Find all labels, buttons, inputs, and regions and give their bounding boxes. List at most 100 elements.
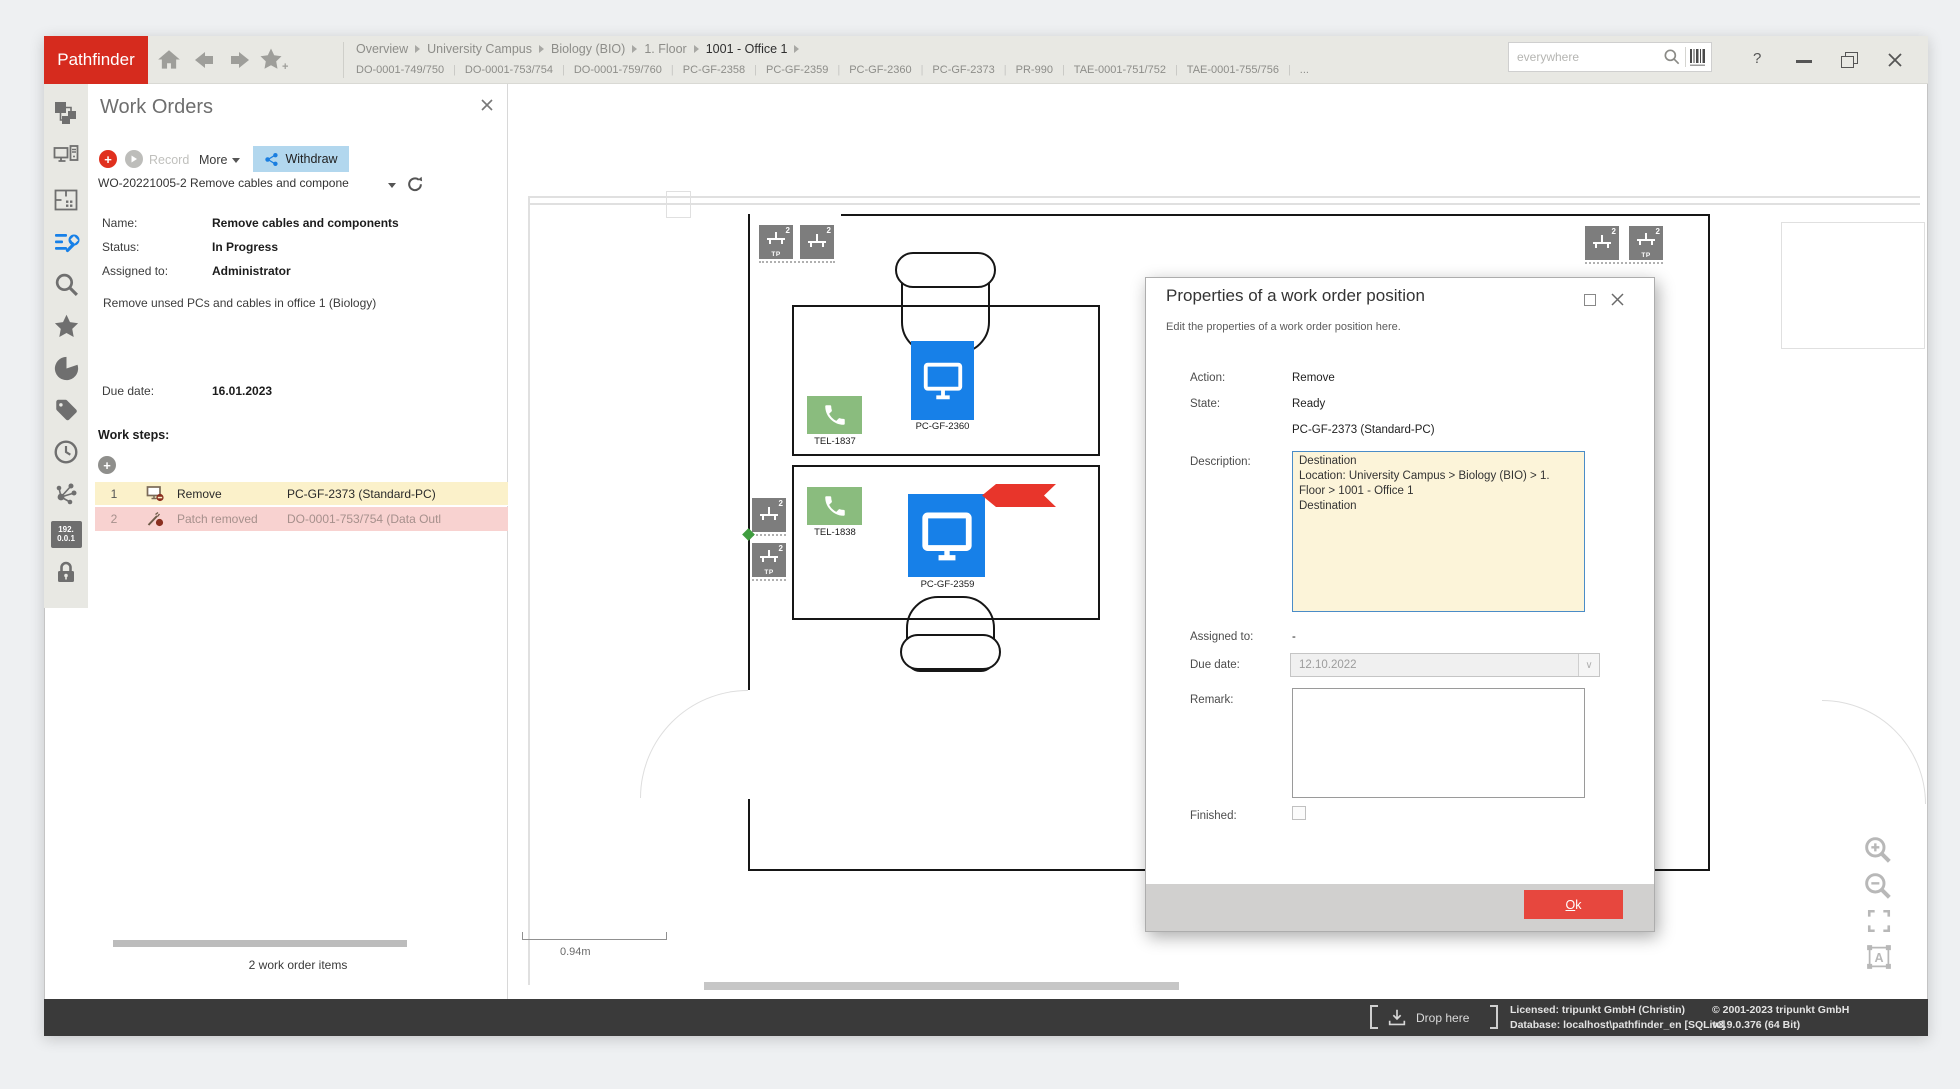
search-input[interactable] <box>1509 50 1662 64</box>
drop-here-label: Drop here <box>1416 1011 1469 1025</box>
fit-screen-icon <box>1866 908 1892 934</box>
corridor-wall <box>528 196 530 985</box>
dialog-maximize-button[interactable] <box>1584 294 1596 306</box>
sidebar-item-history[interactable] <box>44 432 88 472</box>
restore-button[interactable] <box>1841 52 1858 68</box>
data-outlet-symbol[interactable]: 2TP <box>752 543 786 577</box>
sidebar-item-security[interactable] <box>44 552 88 592</box>
tab-item[interactable]: DO-0001-753/754 <box>465 64 553 76</box>
breadcrumb-item[interactable]: 1001 - Office 1 <box>706 42 788 56</box>
description-label: Description: <box>1190 456 1251 468</box>
barcode-icon[interactable] <box>1689 47 1707 67</box>
device-pc-gf-2359[interactable] <box>908 494 985 577</box>
breadcrumb-item[interactable]: 1. Floor <box>644 42 686 56</box>
zoom-out-button[interactable] <box>1862 870 1894 902</box>
device-pc-gf-2360[interactable] <box>911 341 974 420</box>
label-tool-button[interactable]: A <box>1864 942 1894 972</box>
withdraw-button[interactable]: Withdraw <box>253 146 349 172</box>
drop-here-target[interactable]: Drop here <box>1386 1006 1486 1030</box>
dropdown-arrow-icon[interactable]: ∨ <box>1578 654 1599 676</box>
more-button[interactable]: More <box>199 153 240 167</box>
due-date-value: 16.01.2023 <box>212 384 272 398</box>
zoom-in-button[interactable] <box>1862 834 1894 866</box>
tab-item[interactable]: PC-GF-2358 <box>683 64 745 76</box>
workstation-icon <box>53 143 79 169</box>
panel-h-scrollbar[interactable] <box>113 940 407 947</box>
due-date-label: Due date: <box>102 384 154 398</box>
corridor-wall <box>528 196 1920 198</box>
ip-address-icon: 192. 0.0.1 <box>51 521 82 548</box>
sidebar-item-search[interactable] <box>44 264 88 304</box>
patch-cable-icon <box>133 511 177 527</box>
forward-button[interactable] <box>228 49 252 71</box>
home-icon <box>156 47 182 73</box>
sidebar-item-devices[interactable] <box>44 136 88 176</box>
tab-item[interactable]: TAE-0001-755/756 <box>1187 64 1279 76</box>
step-item: PC-GF-2373 (Standard-PC) <box>287 487 508 501</box>
record-button[interactable] <box>125 150 143 168</box>
sidebar-item-topology[interactable] <box>44 92 88 132</box>
more-label: More <box>199 153 227 167</box>
description-textarea[interactable]: Destination Location: University Campus … <box>1292 451 1585 612</box>
sidebar-item-reports[interactable] <box>44 348 88 388</box>
tab-item[interactable]: PC-GF-2359 <box>766 64 828 76</box>
data-outlet-symbol[interactable]: 2 <box>752 498 786 532</box>
data-outlet-symbol[interactable]: 2 <box>800 225 834 259</box>
sidebar-item-favorites[interactable] <box>44 306 88 346</box>
map-h-scrollbar[interactable] <box>704 982 1179 990</box>
add-work-order-button[interactable]: + <box>99 150 117 168</box>
back-arrow-icon <box>192 49 216 71</box>
app-logo: Pathfinder <box>44 36 148 84</box>
selector-chevron-icon[interactable] <box>388 183 396 188</box>
refresh-button[interactable] <box>406 175 424 193</box>
tab-item[interactable]: PR-990 <box>1016 64 1053 76</box>
adjacent-room <box>1781 222 1925 349</box>
outlet-hatch <box>752 577 786 581</box>
add-favorite-button[interactable]: + <box>258 46 290 74</box>
name-value: Remove cables and components <box>212 216 399 230</box>
sidebar-item-tags[interactable] <box>44 390 88 430</box>
svg-text:+: + <box>282 61 288 73</box>
work-step-row-1[interactable]: 1 Remove PC-GF-2373 (Standard-PC) <box>95 482 508 506</box>
search-icon[interactable] <box>1662 47 1682 67</box>
dialog-close-button[interactable] <box>1609 291 1626 308</box>
tab-item[interactable]: DO-0001-749/750 <box>356 64 444 76</box>
minimize-button[interactable] <box>1796 60 1812 63</box>
breadcrumb-item[interactable]: University Campus <box>427 42 532 56</box>
data-outlet-symbol[interactable]: 2TP <box>759 225 793 259</box>
molecule-icon <box>53 481 79 507</box>
device-tel-1837[interactable] <box>807 396 862 434</box>
tab-item[interactable]: PC-GF-2373 <box>932 64 994 76</box>
data-outlet-symbol[interactable]: 2 <box>1585 226 1619 260</box>
help-button[interactable]: ? <box>1753 50 1771 70</box>
work-order-selector[interactable]: WO-20221005-2 Remove cables and compone <box>98 176 398 194</box>
tab-separator: | <box>921 64 924 76</box>
tab-item[interactable]: DO-0001-759/760 <box>574 64 662 76</box>
breadcrumb-item[interactable]: Overview <box>356 42 408 56</box>
sidebar-item-connections[interactable] <box>44 474 88 514</box>
sidebar-item-ip-networks[interactable]: 192. 0.0.1 <box>44 514 88 554</box>
add-work-step-button[interactable]: + <box>98 456 116 474</box>
tab-separator: | <box>1288 64 1291 76</box>
close-button[interactable] <box>1886 51 1904 69</box>
ok-button[interactable]: Ok <box>1524 890 1623 919</box>
breadcrumb-item[interactable]: Biology (BIO) <box>551 42 625 56</box>
due-date-picker[interactable]: 12.10.2022 ∨ <box>1290 653 1600 677</box>
device-tel-1838[interactable] <box>807 487 862 525</box>
sidebar-item-work-orders[interactable] <box>44 222 88 262</box>
fit-to-screen-button[interactable] <box>1866 908 1892 934</box>
data-outlet-symbol[interactable]: 2TP <box>1629 226 1663 260</box>
panel-close-button[interactable] <box>480 98 494 112</box>
tab-item[interactable]: TAE-0001-751/752 <box>1074 64 1166 76</box>
sidebar-item-floorplan[interactable] <box>44 180 88 220</box>
window-symbol <box>666 191 691 218</box>
work-step-row-2[interactable]: 2 Patch removed DO-0001-753/754 (Data Ou… <box>95 507 508 531</box>
finished-checkbox[interactable] <box>1292 806 1306 820</box>
dialog-title: Properties of a work order position <box>1166 286 1425 306</box>
tab-item[interactable]: PC-GF-2360 <box>849 64 911 76</box>
home-button[interactable] <box>156 47 182 73</box>
back-button[interactable] <box>192 49 216 71</box>
remark-textarea[interactable] <box>1292 688 1585 798</box>
tab-item[interactable]: ... <box>1300 64 1309 76</box>
chair-backrest <box>895 252 996 288</box>
